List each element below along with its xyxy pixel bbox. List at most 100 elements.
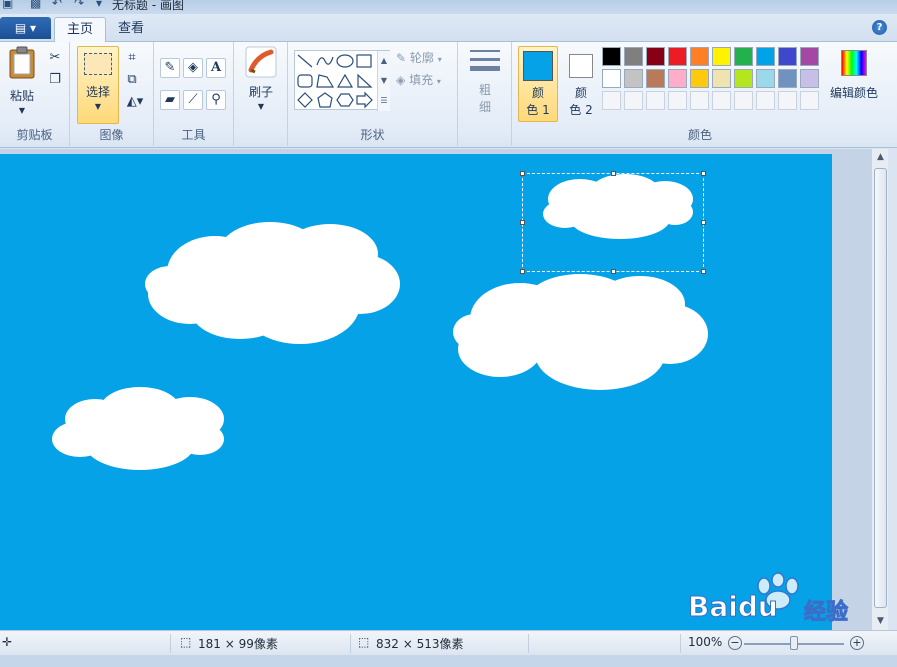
palette-swatch[interactable] — [624, 47, 643, 66]
paint-menu-button[interactable]: ▤ ▾ — [0, 17, 51, 39]
outline-button[interactable]: ✎ 轮廓 ▾ — [396, 48, 454, 68]
palette-swatch[interactable] — [712, 47, 731, 66]
color2-label-line1: 颜 — [574, 86, 587, 100]
palette-swatch[interactable] — [756, 47, 775, 66]
palette-swatch[interactable] — [756, 69, 775, 88]
selection-handle-w[interactable] — [520, 220, 525, 225]
palette-custom-slot[interactable] — [690, 91, 709, 110]
color2-label-line2: 色 2 — [569, 103, 593, 117]
eraser-icon[interactable]: ▰ — [160, 90, 180, 110]
selection-handle-nw[interactable] — [520, 171, 525, 176]
palette-custom-slot[interactable] — [668, 91, 687, 110]
palette-swatch[interactable] — [602, 69, 621, 88]
palette-swatch[interactable] — [646, 47, 665, 66]
tab-view[interactable]: 查看 — [106, 17, 156, 42]
brushes-group: 刷子 ▼ — [234, 42, 288, 146]
polygon-shape-icon — [316, 74, 335, 88]
palette-swatch[interactable] — [624, 69, 643, 88]
shapes-group-label: 形状 — [360, 128, 385, 142]
gallery-scroll-down-icon[interactable]: ▼ — [377, 71, 390, 91]
selection-marquee[interactable] — [520, 171, 706, 274]
palette-custom-slot[interactable] — [756, 91, 775, 110]
brushes-button[interactable]: 刷子 ▼ — [240, 46, 282, 120]
selection-handle-ne[interactable] — [701, 171, 706, 176]
scroll-up-icon[interactable]: ▲ — [872, 149, 889, 166]
palette-swatch[interactable] — [602, 47, 621, 66]
fill-button[interactable]: ◈ 填充 ▾ — [396, 70, 454, 90]
undo-icon[interactable]: ↶ — [52, 0, 62, 10]
palette-custom-slot[interactable] — [624, 91, 643, 110]
rainbow-palette-icon — [841, 50, 867, 76]
pentagon-shape-icon — [317, 92, 333, 108]
scroll-down-icon[interactable]: ▼ — [872, 613, 889, 630]
resize-icon[interactable]: ⧉ — [122, 70, 142, 90]
palette-custom-slot[interactable] — [646, 91, 665, 110]
diamond-shape-icon — [297, 92, 313, 108]
edit-colors-button[interactable]: 编辑颜色 — [824, 46, 884, 122]
right-triangle-shape-icon — [357, 73, 373, 88]
gallery-scroll-up-icon[interactable]: ▲ — [377, 51, 390, 71]
crop-icon[interactable]: ⌗ — [122, 48, 142, 68]
palette-swatch[interactable] — [690, 69, 709, 88]
paste-dropdown-icon: ▼ — [18, 106, 26, 115]
palette-swatch[interactable] — [690, 47, 709, 66]
size-group: 粗 细 — [458, 42, 512, 146]
quick-access-dropdown-icon[interactable]: ▾ — [96, 0, 102, 10]
text-tool-icon[interactable]: A — [206, 58, 226, 78]
status-separator — [170, 634, 171, 653]
selection-handle-se[interactable] — [701, 269, 706, 274]
vertical-scrollbar[interactable]: ▲ ▼ — [871, 149, 888, 630]
palette-custom-slot[interactable] — [734, 91, 753, 110]
palette-custom-slot[interactable] — [712, 91, 731, 110]
clipboard-group-label: 剪贴板 — [16, 128, 53, 142]
rotate-icon[interactable]: ◭▾ — [122, 92, 148, 112]
pencil-icon[interactable]: ✎ — [160, 58, 180, 78]
palette-swatch[interactable] — [800, 69, 819, 88]
save-icon[interactable]: ▩ — [30, 0, 41, 10]
palette-swatch[interactable] — [646, 69, 665, 88]
palette-swatch[interactable] — [668, 47, 687, 66]
drawing-canvas[interactable] — [0, 154, 832, 630]
scroll-thumb[interactable] — [874, 168, 887, 608]
magnifier-icon[interactable]: ⚲ — [206, 90, 226, 110]
baidu-brand-du: du — [737, 590, 778, 624]
selection-handle-s[interactable] — [611, 269, 616, 274]
copy-icon[interactable]: ❐ — [45, 70, 65, 90]
selection-handle-sw[interactable] — [520, 269, 525, 274]
baidu-jingyan-text: 经验 — [803, 600, 849, 626]
color2-button[interactable]: 颜 色 2 — [562, 46, 600, 122]
fill-label: 填充 — [409, 73, 434, 87]
palette-custom-slot[interactable] — [800, 91, 819, 110]
paste-button[interactable]: 粘贴 ▼ — [4, 46, 40, 120]
edit-colors-label: 编辑颜色 — [829, 86, 878, 100]
paste-label: 粘贴 — [9, 89, 34, 103]
image-group-label: 图像 — [99, 128, 124, 142]
redo-icon[interactable]: ↷ — [74, 0, 84, 10]
palette-swatch[interactable] — [778, 47, 797, 66]
palette-custom-slot[interactable] — [602, 91, 621, 110]
palette-swatch[interactable] — [668, 69, 687, 88]
gallery-expand-icon[interactable]: ☰ — [377, 91, 390, 111]
shapes-gallery: ▲ ▼ ☰ — [294, 50, 390, 111]
color-picker-icon[interactable]: ⟋ — [183, 90, 203, 110]
cloud-large-right — [453, 274, 708, 390]
help-icon[interactable]: ? — [872, 20, 887, 35]
selection-handle-e[interactable] — [701, 220, 706, 225]
hexagon-shape-icon — [336, 93, 354, 107]
palette-swatch[interactable] — [778, 69, 797, 88]
size-button[interactable]: 粗 细 — [466, 46, 504, 120]
tab-home[interactable]: 主页 — [54, 17, 107, 42]
selection-handle-n[interactable] — [611, 171, 616, 176]
paint-window: ▣ ▩ ↶ ↷ ▾ 无标题 - 画图 ▤ ▾ 主页 查看 ? 粘贴 ▼ ✂ ❐ … — [0, 0, 897, 667]
color1-button[interactable]: 颜 色 1 — [518, 46, 558, 122]
palette-swatch[interactable] — [712, 69, 731, 88]
palette-swatch[interactable] — [734, 69, 753, 88]
select-button[interactable]: 选择 ▼ — [77, 46, 119, 124]
palette-swatch[interactable] — [800, 47, 819, 66]
cursor-position-icon: ✛ — [2, 635, 13, 649]
cut-icon[interactable]: ✂ — [45, 48, 65, 68]
palette-custom-slot[interactable] — [778, 91, 797, 110]
window-right-edge — [888, 149, 897, 630]
fill-bucket-icon[interactable]: ◈ — [183, 58, 203, 78]
palette-swatch[interactable] — [734, 47, 753, 66]
